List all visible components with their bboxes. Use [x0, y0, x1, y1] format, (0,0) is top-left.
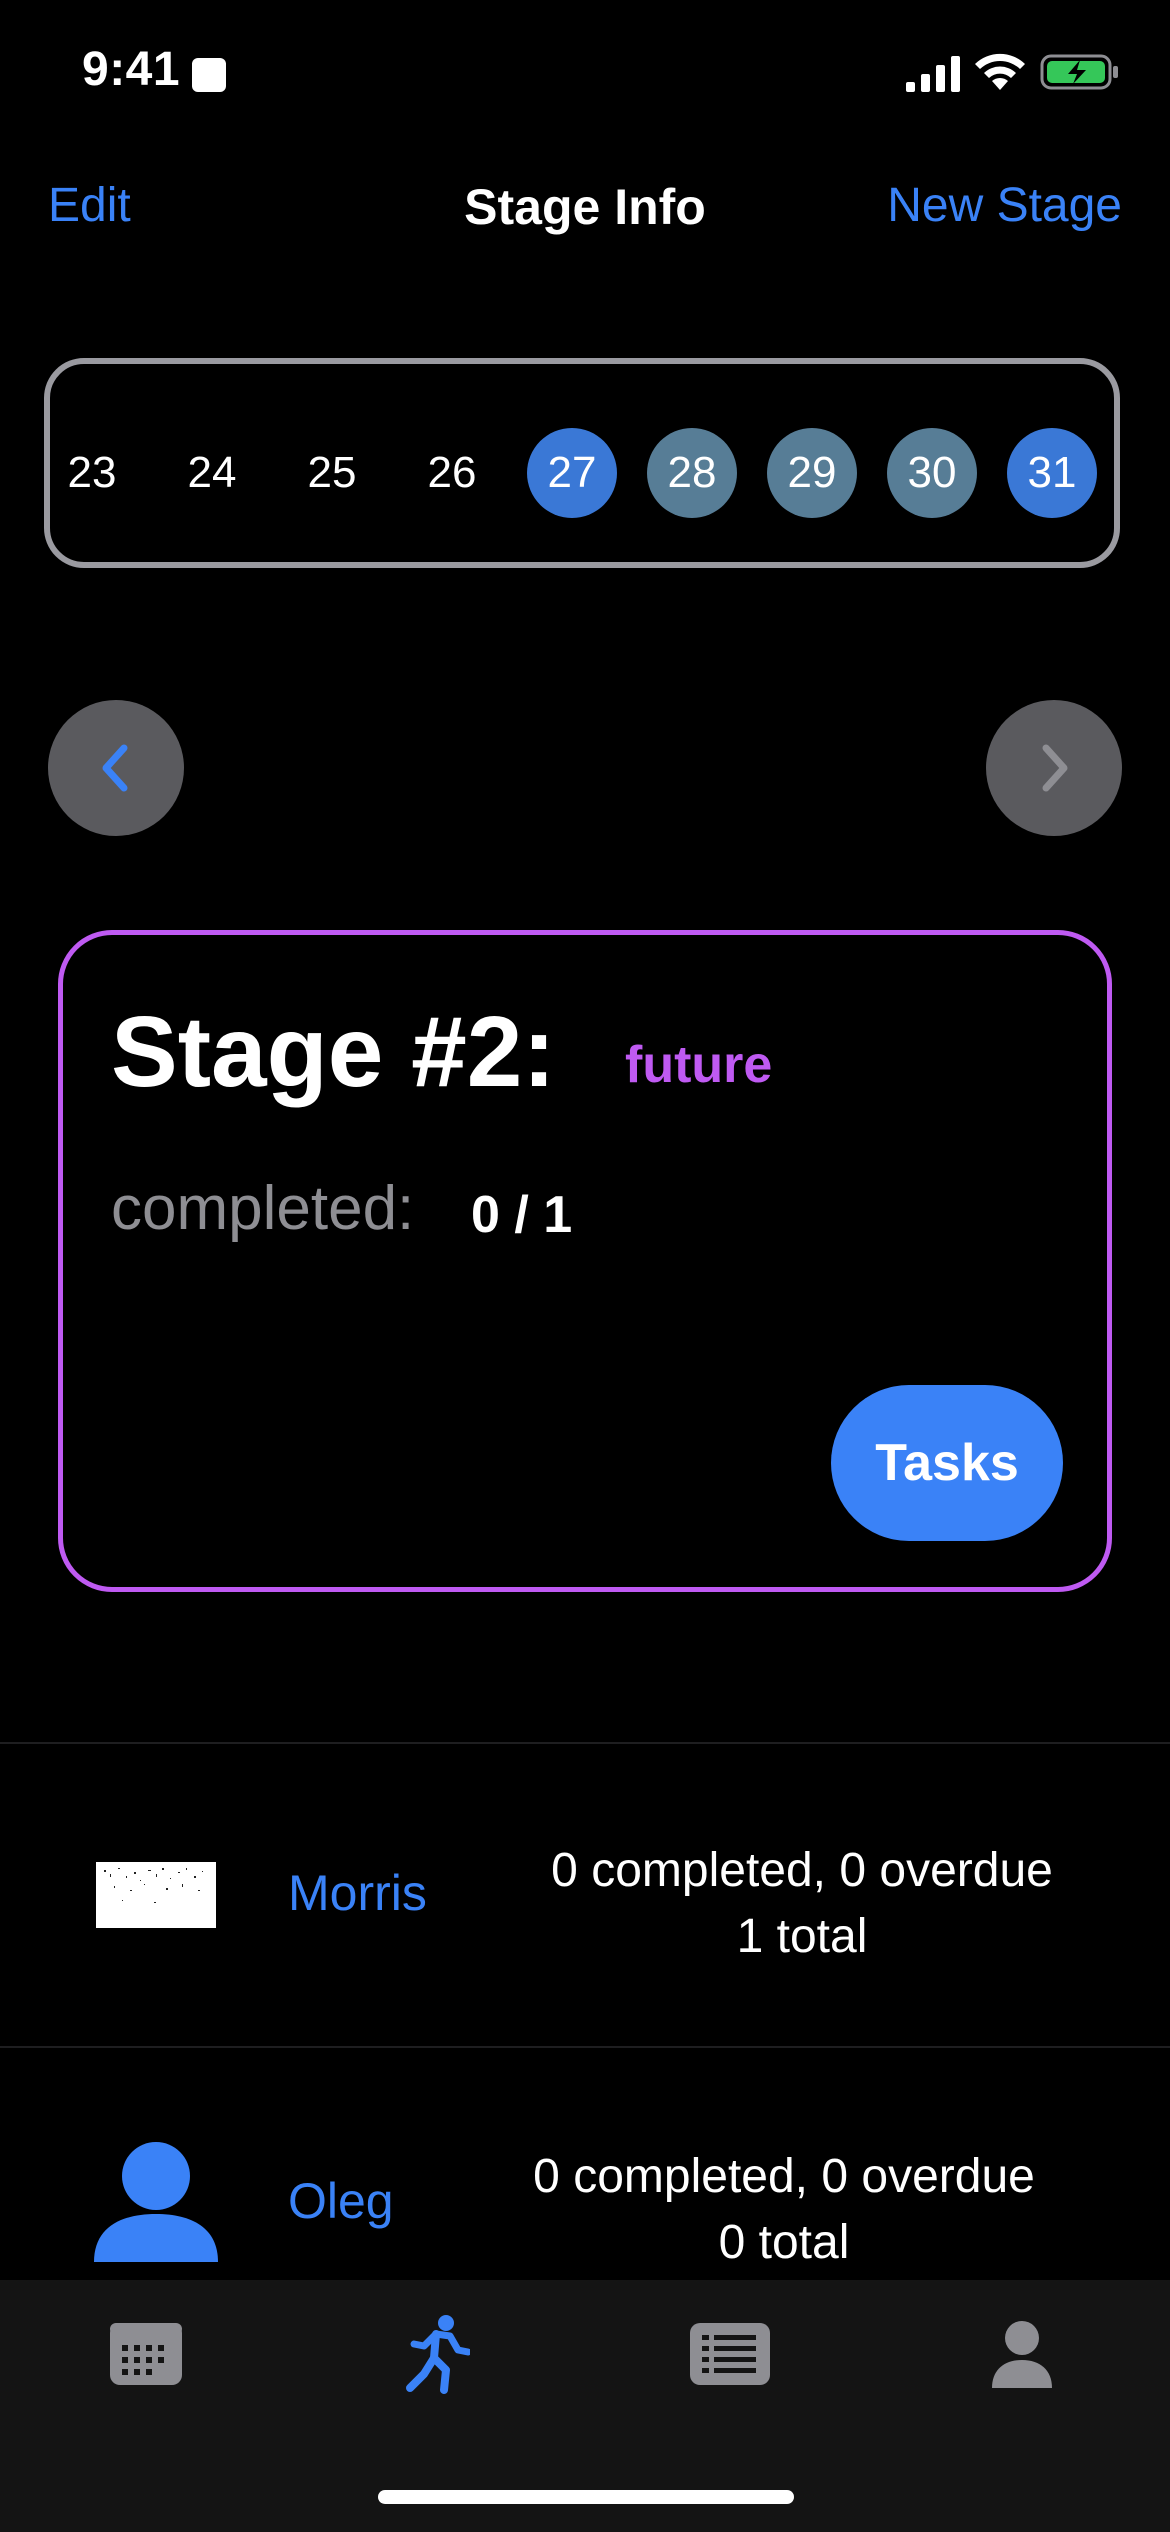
home-indicator	[378, 2490, 794, 2504]
member-name[interactable]: Morris	[288, 1864, 427, 1922]
person-icon	[94, 2142, 218, 2262]
list-icon	[690, 2323, 770, 2385]
stage-status-badge: future	[625, 1036, 773, 1094]
day-28[interactable]: 28	[647, 428, 737, 518]
tab-stages[interactable]	[388, 2304, 488, 2404]
running-figure-icon	[406, 2315, 470, 2394]
calendar-icon	[110, 2323, 182, 2385]
previous-stage-button[interactable]	[48, 700, 184, 836]
tab-calendar[interactable]	[96, 2304, 196, 2404]
screen-recording-icon	[192, 58, 226, 92]
chevron-left-icon	[102, 744, 128, 792]
day-selector: 23 24 25 26 27 28 29 30 31	[44, 358, 1120, 568]
member-name[interactable]: Oleg	[288, 2172, 394, 2230]
status-bar: 9:41	[0, 0, 1170, 150]
person-icon	[992, 2321, 1052, 2388]
chevron-right-icon	[1042, 744, 1068, 792]
tasks-button[interactable]: Tasks	[831, 1385, 1063, 1541]
member-stats-line2: 1 total	[736, 1910, 868, 1963]
stage-title: Stage #2:	[111, 996, 556, 1108]
member-photo	[96, 1862, 216, 1928]
day-24[interactable]: 24	[167, 428, 257, 518]
day-30[interactable]: 30	[887, 428, 977, 518]
member-row[interactable]: Morris 0 completed, 0 overdue 1 total	[0, 1744, 1170, 2044]
day-23[interactable]: 23	[47, 428, 137, 518]
member-stats-line1: 0 completed, 0 overdue	[551, 1844, 1053, 1897]
day-27[interactable]: 27	[527, 428, 617, 518]
cellular-signal-icon	[906, 56, 960, 92]
battery-charging-icon	[1040, 54, 1118, 90]
tab-list[interactable]	[680, 2304, 780, 2404]
avatar-photo-image	[104, 1868, 203, 1903]
completed-label: completed:	[111, 1174, 415, 1243]
stage-card: Stage #2: future completed: 0 / 1 Tasks	[58, 930, 1112, 1592]
next-stage-button[interactable]	[986, 700, 1122, 836]
status-time: 9:41	[82, 43, 181, 96]
tab-profile[interactable]	[972, 2304, 1072, 2404]
day-31[interactable]: 31	[1007, 428, 1097, 518]
completed-value: 0 / 1	[471, 1186, 573, 1244]
day-26[interactable]: 26	[407, 428, 497, 518]
member-stats-line1: 0 completed, 0 overdue	[533, 2150, 1035, 2203]
day-29[interactable]: 29	[767, 428, 857, 518]
member-stats-line2: 0 total	[718, 2216, 850, 2269]
day-25[interactable]: 25	[287, 428, 377, 518]
member-stats: 0 completed, 0 overdue 0 total	[484, 2144, 1084, 2276]
new-stage-button[interactable]: New Stage	[887, 178, 1122, 233]
member-stats: 0 completed, 0 overdue 1 total	[502, 1838, 1102, 1970]
wifi-icon	[975, 53, 1025, 90]
edit-button[interactable]: Edit	[48, 178, 131, 233]
